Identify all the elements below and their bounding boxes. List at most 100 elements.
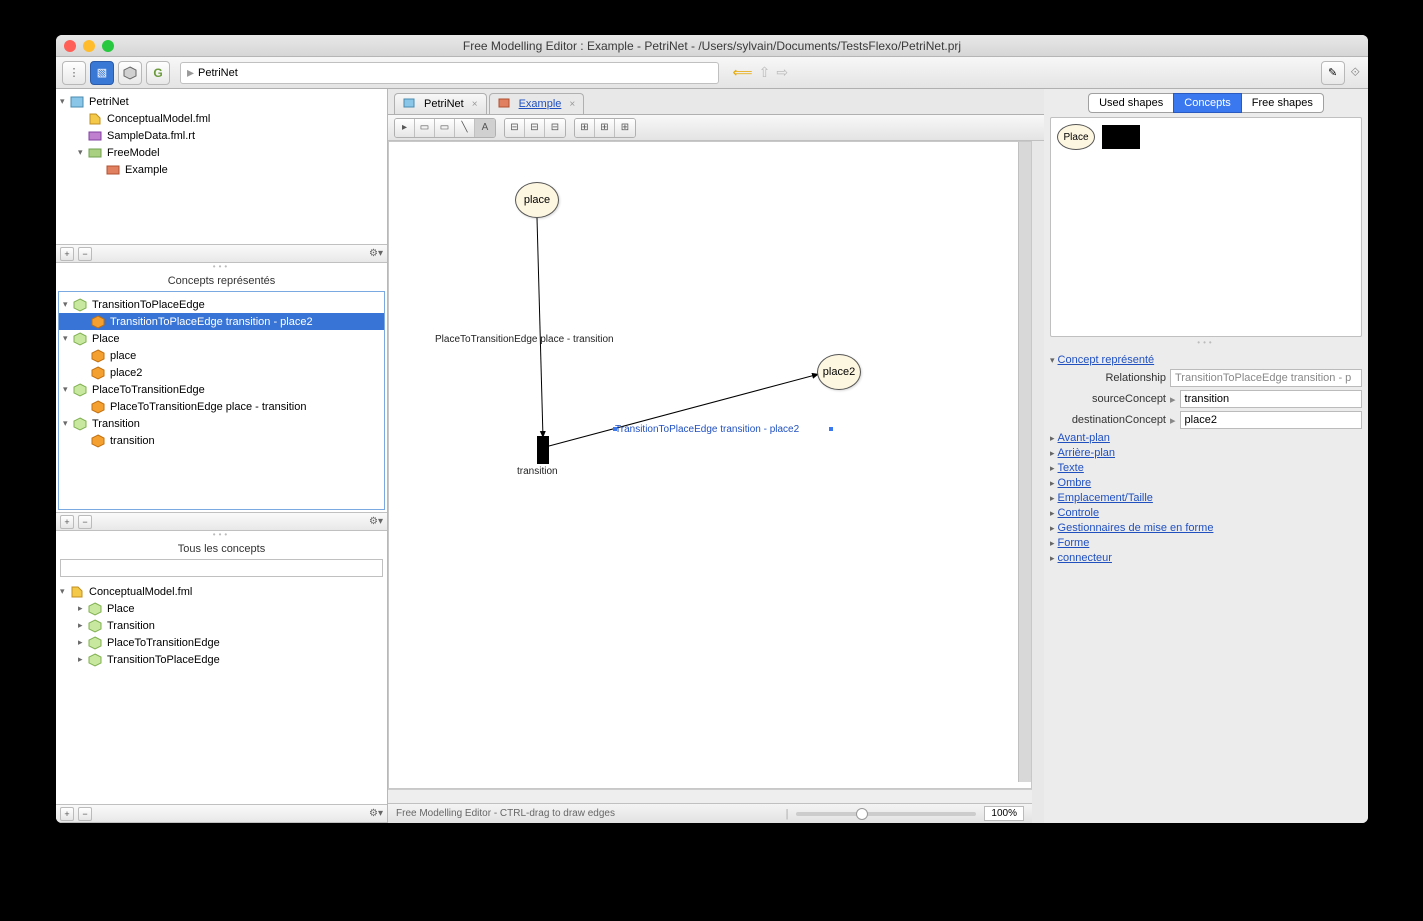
remove-button[interactable]: − xyxy=(78,807,92,821)
disclosure-icon[interactable]: ▾ xyxy=(63,333,73,344)
section-link[interactable]: Gestionnaires de mise en forme xyxy=(1058,522,1214,534)
diagram-canvas[interactable]: place place2 transition PlaceToTransitio… xyxy=(388,141,1032,789)
tree-item[interactable]: ConceptualModel.fml xyxy=(87,586,194,598)
add-button[interactable]: + xyxy=(60,807,74,821)
palette-transition-shape[interactable] xyxy=(1102,125,1140,149)
chevron-right-icon[interactable]: ▸ xyxy=(1050,553,1055,564)
tree-item[interactable]: FreeModel xyxy=(105,147,162,159)
nav-up-icon[interactable]: ⇧ xyxy=(759,64,771,81)
disclosure-icon[interactable]: ▸ xyxy=(78,654,88,665)
nav-back-icon[interactable]: ⟸ xyxy=(733,64,753,81)
disclosure-icon[interactable]: ▾ xyxy=(63,299,73,310)
section-link[interactable]: Emplacement/Taille xyxy=(1058,492,1153,504)
disclosure-icon[interactable]: ▾ xyxy=(78,147,88,158)
tree-item[interactable]: TransitionToPlaceEdge xyxy=(90,299,207,311)
project-tree[interactable]: ▾PetriNet ConceptualModel.fml SampleData… xyxy=(56,89,387,244)
zoom-icon[interactable] xyxy=(102,40,114,52)
tree-item[interactable]: Place xyxy=(105,603,137,615)
node-place2[interactable]: place2 xyxy=(817,354,861,390)
add-button[interactable]: + xyxy=(60,247,74,261)
toolbar-dropdown-icon[interactable]: ⋮ xyxy=(62,61,86,85)
disclosure-icon[interactable]: ▸ xyxy=(78,603,88,614)
toolbar-cube-icon[interactable] xyxy=(118,61,142,85)
align-h-icon[interactable]: ⊟ xyxy=(505,119,525,137)
concepts-tree[interactable]: ▾ TransitionToPlaceEdge TransitionToPlace… xyxy=(58,291,385,510)
disclosure-icon[interactable]: ▸ xyxy=(78,637,88,648)
dist-h-icon[interactable]: ⊞ xyxy=(575,119,595,137)
toolbar-gina-icon[interactable]: G xyxy=(146,61,170,85)
tree-item[interactable]: PlaceToTransitionEdge xyxy=(90,384,207,396)
selection-handle[interactable] xyxy=(613,427,617,431)
close-icon[interactable] xyxy=(64,40,76,52)
all-concepts-tree[interactable]: ▾ConceptualModel.fml ▸Place ▸Transition … xyxy=(56,579,387,804)
breadcrumb[interactable]: ▸ PetriNet xyxy=(180,62,719,84)
section-link[interactable]: Arrière-plan xyxy=(1058,447,1115,459)
nav-forward-icon[interactable]: ⇨ xyxy=(776,64,788,81)
horizontal-scrollbar[interactable] xyxy=(388,789,1032,803)
drag-handle-icon[interactable]: ••• xyxy=(1044,339,1368,347)
toolbar-perspective-icon[interactable]: ▧ xyxy=(90,61,114,85)
disclosure-icon[interactable]: ▾ xyxy=(63,418,73,429)
dropdown-icon[interactable]: ▸ xyxy=(1170,414,1176,427)
tree-item[interactable]: transition xyxy=(108,435,157,447)
line-tool-icon[interactable]: ╲ xyxy=(455,119,475,137)
tree-item[interactable]: Transition xyxy=(90,418,142,430)
dest-concept-field[interactable]: place2 xyxy=(1180,411,1362,429)
tree-item-selected[interactable]: TransitionToPlaceEdge transition - place… xyxy=(108,316,315,328)
edge-label[interactable]: PlaceToTransitionEdge place - transition xyxy=(435,334,614,345)
chevron-right-icon[interactable]: ▸ xyxy=(1050,508,1055,519)
tree-item[interactable]: Example xyxy=(123,164,170,176)
text-tool-icon[interactable]: A xyxy=(475,119,495,137)
section-link[interactable]: connecteur xyxy=(1058,552,1112,564)
pointer-tool-icon[interactable]: ▸ xyxy=(395,119,415,137)
section-link[interactable]: Texte xyxy=(1058,462,1084,474)
close-icon[interactable]: × xyxy=(472,99,478,110)
tree-item[interactable]: Transition xyxy=(105,620,157,632)
disclosure-icon[interactable]: ▾ xyxy=(63,384,73,395)
close-icon[interactable]: × xyxy=(569,99,575,110)
align-c-icon[interactable]: ⊟ xyxy=(545,119,565,137)
remove-button[interactable]: − xyxy=(78,247,92,261)
align-v-icon[interactable]: ⊟ xyxy=(525,119,545,137)
remove-button[interactable]: − xyxy=(78,515,92,529)
tree-item[interactable]: PlaceToTransitionEdge place - transition xyxy=(108,401,308,413)
tab-petrinet[interactable]: PetriNet × xyxy=(394,93,487,114)
tree-item[interactable]: Place xyxy=(90,333,122,345)
disclosure-icon[interactable]: ▸ xyxy=(78,620,88,631)
drag-handle-icon[interactable]: ••• xyxy=(56,531,387,539)
tab-concepts[interactable]: Concepts xyxy=(1173,93,1241,113)
tree-item[interactable]: place xyxy=(108,350,138,362)
chevron-right-icon[interactable]: ▸ xyxy=(1050,448,1055,459)
rect-tool-icon[interactable]: ▭ xyxy=(415,119,435,137)
palette-place-shape[interactable]: Place xyxy=(1057,124,1095,150)
vertical-scrollbar[interactable] xyxy=(1018,142,1031,782)
section-link[interactable]: Forme xyxy=(1058,537,1090,549)
chevron-right-icon[interactable]: ▸ xyxy=(1050,538,1055,549)
gear-icon[interactable]: ⚙▾ xyxy=(369,516,383,527)
disclosure-icon[interactable]: ▾ xyxy=(60,96,70,107)
tree-root[interactable]: PetriNet xyxy=(87,96,131,108)
filter-input[interactable] xyxy=(60,559,383,577)
zoom-thumb[interactable] xyxy=(856,808,868,820)
dist-c-icon[interactable]: ⊞ xyxy=(615,119,635,137)
chevron-right-icon[interactable]: ▸ xyxy=(1050,478,1055,489)
selection-handle[interactable] xyxy=(829,427,833,431)
gear-icon[interactable]: ⚙▾ xyxy=(369,248,383,259)
section-link[interactable]: Controle xyxy=(1058,507,1100,519)
section-link[interactable]: Avant-plan xyxy=(1058,432,1110,444)
disclosure-icon[interactable]: ▾ xyxy=(60,586,70,597)
edge-label-selected[interactable]: TransitionToPlaceEdge transition - place… xyxy=(615,424,799,435)
chevron-right-icon[interactable]: ▸ xyxy=(1050,433,1055,444)
tab-free-shapes[interactable]: Free shapes xyxy=(1242,93,1324,113)
tree-item[interactable]: ConceptualModel.fml xyxy=(105,113,212,125)
tab-used-shapes[interactable]: Used shapes xyxy=(1088,93,1173,113)
tree-item[interactable]: PlaceToTransitionEdge xyxy=(105,637,222,649)
tree-item[interactable]: TransitionToPlaceEdge xyxy=(105,654,222,666)
section-link[interactable]: Ombre xyxy=(1058,477,1092,489)
drag-handle-icon[interactable]: ••• xyxy=(56,263,387,271)
section-concept[interactable]: Concept représenté xyxy=(1058,354,1155,366)
zoom-slider[interactable] xyxy=(796,812,976,816)
chevron-right-icon[interactable]: ▸ xyxy=(1050,493,1055,504)
rect2-tool-icon[interactable]: ▭ xyxy=(435,119,455,137)
gear-icon[interactable]: ⚙▾ xyxy=(369,808,383,819)
